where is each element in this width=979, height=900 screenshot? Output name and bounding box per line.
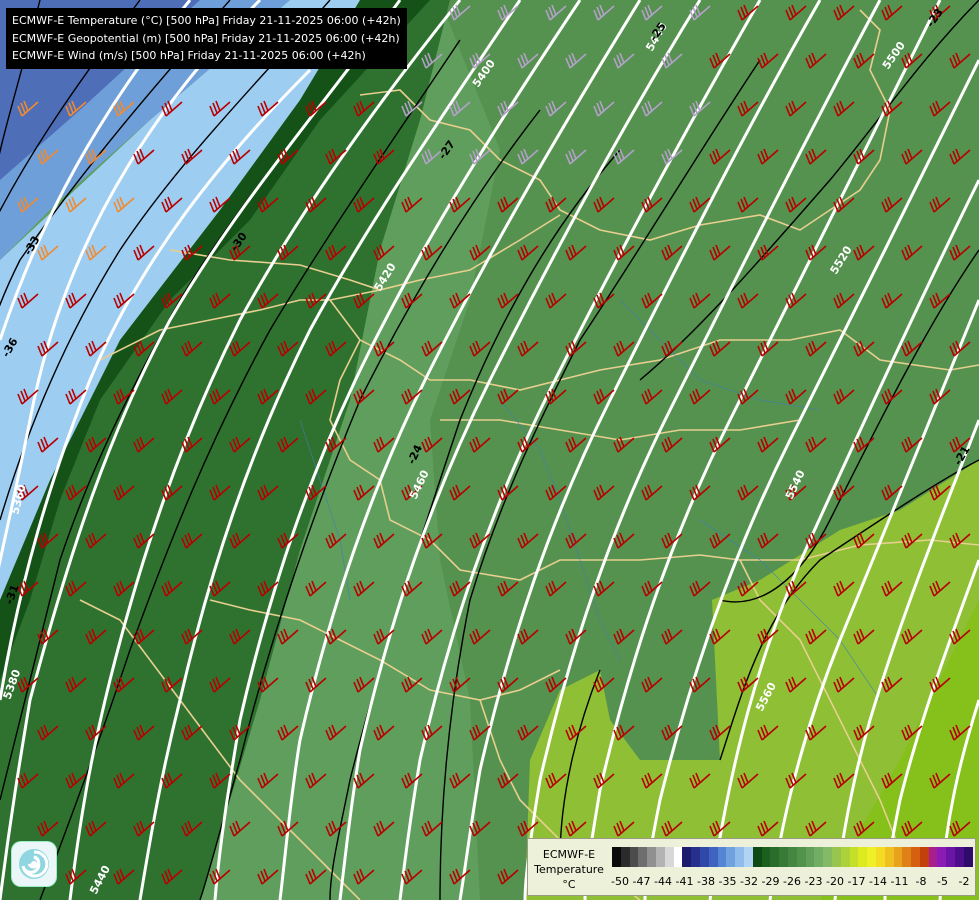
legend-swatch — [612, 847, 621, 867]
legend-ticks: -50 -47 -44 -41 -38 -35 -32 -29 -26 -23 -20 -17 -14-… — [611, 875, 972, 889]
legend-swatch — [787, 847, 797, 867]
temperature-legend: ECMWF-E Temperature °C -50 -47 -44 -41 -38 -3… — [527, 838, 976, 896]
legend-tick-label: -20 — [826, 875, 844, 888]
legend-swatch — [823, 847, 832, 867]
legend-tick-label: -8 — [915, 875, 927, 888]
legend-swatch — [770, 847, 780, 867]
legend-swatch — [691, 847, 700, 867]
legend-tick-label: -50 — [611, 875, 629, 888]
legend-swatch — [620, 847, 630, 867]
title-geopotential: ECMWF-E Geopotential (m) [500 hPa] Frida… — [12, 31, 400, 45]
legend-swatch — [805, 847, 815, 867]
legend-swatch — [884, 847, 894, 867]
legend-swatch — [629, 847, 639, 867]
legend-swatch — [735, 847, 744, 867]
legend-tick-label: -26 — [783, 875, 801, 888]
legend-tick-label: -44 — [654, 875, 672, 888]
legend-swatch — [708, 847, 718, 867]
legend-swatch — [647, 847, 656, 867]
legend-swatch — [831, 847, 841, 867]
legend-swatch — [955, 847, 964, 867]
legend-swatch — [779, 847, 788, 867]
legend-tick-label: -14 — [869, 875, 887, 888]
legend-swatch — [717, 847, 727, 867]
legend-swatch — [893, 847, 903, 867]
legend-swatch — [761, 847, 771, 867]
legend-swatch — [911, 847, 920, 867]
legend-swatch — [664, 847, 674, 867]
legend-color-bar — [612, 847, 973, 867]
legend-swatch — [682, 847, 692, 867]
legend-swatch — [655, 847, 665, 867]
swirl-logo-icon — [12, 842, 56, 886]
legend-tick-label: -29 — [761, 875, 780, 888]
title-temperature: ECMWF-E Temperature (°C) [500 hPa] Frida… — [12, 14, 401, 27]
legend-swatch — [937, 847, 947, 867]
legend-swatch — [875, 847, 885, 867]
legend-unit: °C — [562, 878, 576, 891]
legend-swatch — [849, 847, 859, 867]
legend-swatch — [673, 847, 683, 867]
legend-swatch — [752, 847, 762, 867]
legend-swatch — [840, 847, 850, 867]
map-title-box: ECMWF-E Temperature (°C) [500 hPa] Frida… — [6, 8, 407, 69]
legend-swatch — [796, 847, 806, 867]
legend-tick-label: -5 — [937, 875, 948, 888]
legend-swatch — [928, 847, 938, 867]
legend-tick-label: -23 — [804, 875, 823, 888]
legend-tick-label: -2 — [958, 875, 970, 888]
legend-swatch — [699, 847, 709, 867]
legend-swatch — [919, 847, 929, 867]
legend-tick-label: -17 — [847, 875, 866, 888]
legend-swatch — [858, 847, 868, 867]
legend-tick-label: -41 — [675, 875, 694, 888]
legend-swatch — [946, 847, 956, 867]
legend-swatch — [963, 847, 973, 867]
title-wind: ECMWF-E Wind (m/s) [500 hPa] Friday 21-1… — [12, 49, 366, 62]
legend-tick-label: -47 — [632, 875, 651, 888]
legend-swatch — [902, 847, 912, 867]
weather-map: 5440 5400 5500 5420 5520 5460 5540 5360 … — [0, 0, 979, 900]
legend-title: ECMWF-E Temperature °C — [534, 847, 604, 892]
legend-swatch — [743, 847, 753, 867]
legend-swatch — [814, 847, 824, 867]
legend-tick-label: -35 — [718, 875, 737, 888]
legend-swatch — [638, 847, 648, 867]
legend-tick-label: -38 — [697, 875, 715, 888]
legend-title-line1: ECMWF-E — [542, 848, 596, 861]
legend-swatch — [867, 847, 876, 867]
legend-tick-label: -32 — [740, 875, 758, 888]
legend-swatch — [726, 847, 736, 867]
legend-tick-label: -11 — [890, 875, 909, 888]
legend-title-line2: Temperature — [534, 863, 604, 876]
